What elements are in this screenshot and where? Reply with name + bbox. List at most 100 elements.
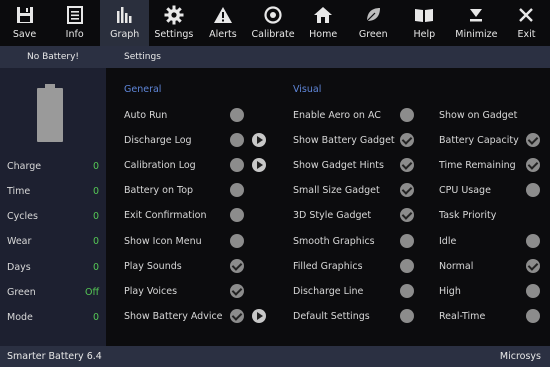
visual-section-title: Visual xyxy=(293,84,322,95)
exit-button[interactable]: Exit xyxy=(503,0,550,46)
stat-cycles: Cycles 0 xyxy=(7,211,99,222)
toggle-normal[interactable] xyxy=(526,259,540,273)
book-icon xyxy=(415,9,434,22)
toggle-play-voices[interactable] xyxy=(230,284,244,298)
toggle-default-settings[interactable] xyxy=(400,309,414,323)
gear-icon xyxy=(164,5,184,25)
setting-smooth-graphics: Smooth Graphics xyxy=(293,236,375,247)
setting-auto-run: Auto Run xyxy=(124,110,168,121)
toggle-smooth-graphics[interactable] xyxy=(400,234,414,248)
home-icon xyxy=(314,7,333,23)
alerts-button[interactable]: Alerts xyxy=(198,0,247,46)
toggle-discharge-log[interactable] xyxy=(230,133,244,147)
setting-small-size-gadget: Small Size Gadget xyxy=(293,185,380,196)
graph-label: Graph xyxy=(110,29,140,40)
setting-show-on-gadget: Show on Gadget xyxy=(439,110,518,121)
page-title: Settings xyxy=(124,52,161,62)
toggle-auto-run[interactable] xyxy=(230,108,244,122)
setting-discharge-log: Discharge Log xyxy=(124,135,192,146)
header-strip: No Battery! Settings xyxy=(0,46,550,68)
save-button[interactable]: Save xyxy=(0,0,49,46)
toggle-cpu-usage[interactable] xyxy=(526,183,540,197)
setting-3d-style-gadget: 3D Style Gadget xyxy=(293,210,372,221)
setting-exit-confirmation: Exit Confirmation xyxy=(124,210,207,221)
battery-status: No Battery! xyxy=(0,46,106,68)
toggle-idle[interactable] xyxy=(526,234,540,248)
setting-play-sounds: Play Sounds xyxy=(124,261,182,272)
calibrate-label: Calibrate xyxy=(251,29,295,40)
setting-battery-on-top: Battery on Top xyxy=(124,185,194,196)
alerts-label: Alerts xyxy=(209,29,237,40)
warning-icon xyxy=(213,7,232,23)
setting-show-gadget-hints: Show Gadget Hints xyxy=(293,160,384,171)
setting-show-battery-advice: Show Battery Advice xyxy=(124,311,223,322)
toggle-show-icon-menu[interactable] xyxy=(230,234,244,248)
toolbar: Save Info Graph Settings Alerts Calibrat… xyxy=(0,0,550,46)
toggle-calibration-log[interactable] xyxy=(230,158,244,172)
help-button[interactable]: Help xyxy=(399,0,450,46)
stat-time: Time 0 xyxy=(7,186,99,197)
setting-time-remaining: Time Remaining xyxy=(439,160,516,171)
target-icon xyxy=(264,6,282,24)
toggle-small-size-gadget[interactable] xyxy=(400,183,414,197)
info-icon xyxy=(66,6,83,24)
exit-label: Exit xyxy=(517,29,536,40)
settings-label: Settings xyxy=(154,29,194,40)
setting-enable-aero: Enable Aero on AC xyxy=(293,110,381,121)
calibrate-button[interactable]: Calibrate xyxy=(248,0,299,46)
general-section-title: General xyxy=(124,84,162,95)
save-icon xyxy=(16,7,33,23)
setting-discharge-line: Discharge Line xyxy=(293,286,364,297)
setting-real-time: Real-Time xyxy=(439,311,486,322)
toggle-discharge-line[interactable] xyxy=(400,284,414,298)
graph-button[interactable]: Graph xyxy=(100,0,150,46)
setting-normal: Normal xyxy=(439,261,474,272)
green-label: Green xyxy=(358,29,388,40)
close-icon xyxy=(519,8,534,22)
stat-mode: Mode 0 xyxy=(7,312,99,323)
toggle-show-battery-advice[interactable] xyxy=(230,309,244,323)
info-button[interactable]: Info xyxy=(49,0,100,46)
toggle-battery-capacity[interactable] xyxy=(526,133,540,147)
toggle-3d-style-gadget[interactable] xyxy=(400,208,414,222)
setting-task-priority: Task Priority xyxy=(439,210,497,221)
toggle-filled-graphics[interactable] xyxy=(400,259,414,273)
green-button[interactable]: Green xyxy=(348,0,399,46)
toggle-exit-confirmation[interactable] xyxy=(230,208,244,222)
battery-icon xyxy=(37,84,63,142)
toggle-high[interactable] xyxy=(526,284,540,298)
app-version: Smarter Battery 6.4 xyxy=(7,351,102,362)
stat-wear: Wear 0 xyxy=(7,236,99,247)
help-label: Help xyxy=(413,29,436,40)
play-icon[interactable] xyxy=(252,309,266,323)
toggle-show-gadget-hints[interactable] xyxy=(400,158,414,172)
settings-button[interactable]: Settings xyxy=(149,0,198,46)
stat-days: Days 0 xyxy=(7,262,99,273)
play-icon[interactable] xyxy=(252,133,266,147)
toggle-play-sounds[interactable] xyxy=(230,259,244,273)
home-label: Home xyxy=(309,29,338,40)
side-panel: Charge 0 Time 0 Cycles 0 Wear 0 Days 0 Green O… xyxy=(0,68,106,346)
setting-show-battery-gadget: Show Battery Gadget xyxy=(293,135,395,146)
toggle-time-remaining[interactable] xyxy=(526,158,540,172)
minimize-button[interactable]: Minimize xyxy=(450,0,503,46)
setting-battery-capacity: Battery Capacity xyxy=(439,135,519,146)
toggle-real-time[interactable] xyxy=(526,309,540,323)
play-icon[interactable] xyxy=(252,158,266,172)
toggle-enable-aero[interactable] xyxy=(400,108,414,122)
minimize-label: Minimize xyxy=(455,29,498,40)
toggle-show-battery-gadget[interactable] xyxy=(400,133,414,147)
setting-high: High xyxy=(439,286,461,297)
setting-filled-graphics: Filled Graphics xyxy=(293,261,363,272)
stat-green: Green Off xyxy=(7,287,99,298)
setting-play-voices: Play Voices xyxy=(124,286,178,297)
setting-show-icon-menu: Show Icon Menu xyxy=(124,236,202,247)
save-label: Save xyxy=(12,29,37,40)
setting-default-settings: Default Settings xyxy=(293,311,370,322)
publisher-link[interactable]: Microsys xyxy=(500,351,541,362)
toggle-battery-on-top[interactable] xyxy=(230,183,244,197)
home-button[interactable]: Home xyxy=(299,0,348,46)
setting-idle: Idle xyxy=(439,236,457,247)
stat-charge: Charge 0 xyxy=(7,161,99,172)
graph-icon xyxy=(116,7,132,23)
